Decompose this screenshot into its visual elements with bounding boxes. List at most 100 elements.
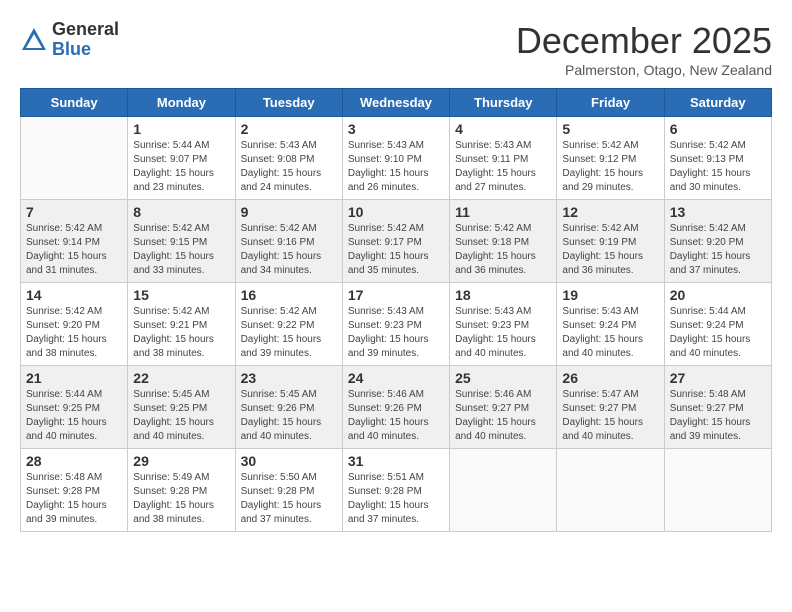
day-info: Sunrise: 5:42 AM Sunset: 9:14 PM Dayligh…: [26, 222, 122, 278]
day-number: 28: [26, 453, 122, 469]
calendar-cell: 20 Sunrise: 5:44 AM Sunset: 9:24 PM Dayli…: [664, 283, 771, 366]
day-number: 13: [670, 204, 766, 220]
calendar-cell: 14 Sunrise: 5:42 AM Sunset: 9:20 PM Dayli…: [21, 283, 128, 366]
day-info: Sunrise: 5:43 AM Sunset: 9:24 PM Dayligh…: [562, 305, 658, 361]
day-info: Sunrise: 5:42 AM Sunset: 9:13 PM Dayligh…: [670, 139, 766, 195]
day-info: Sunrise: 5:45 AM Sunset: 9:26 PM Dayligh…: [241, 388, 337, 444]
day-info: Sunrise: 5:51 AM Sunset: 9:28 PM Dayligh…: [348, 471, 444, 527]
day-info: Sunrise: 5:44 AM Sunset: 9:24 PM Dayligh…: [670, 305, 766, 361]
day-number: 27: [670, 370, 766, 386]
calendar-cell: 1 Sunrise: 5:44 AM Sunset: 9:07 PM Daylig…: [128, 117, 235, 200]
calendar-cell: 23 Sunrise: 5:45 AM Sunset: 9:26 PM Dayli…: [235, 366, 342, 449]
calendar-cell: 2 Sunrise: 5:43 AM Sunset: 9:08 PM Daylig…: [235, 117, 342, 200]
day-header-monday: Monday: [128, 89, 235, 117]
calendar-cell: 30 Sunrise: 5:50 AM Sunset: 9:28 PM Dayli…: [235, 449, 342, 532]
location-subtitle: Palmerston, Otago, New Zealand: [516, 62, 772, 78]
day-info: Sunrise: 5:43 AM Sunset: 9:08 PM Dayligh…: [241, 139, 337, 195]
day-info: Sunrise: 5:42 AM Sunset: 9:16 PM Dayligh…: [241, 222, 337, 278]
day-number: 2: [241, 121, 337, 137]
day-info: Sunrise: 5:42 AM Sunset: 9:20 PM Dayligh…: [670, 222, 766, 278]
day-info: Sunrise: 5:43 AM Sunset: 9:10 PM Dayligh…: [348, 139, 444, 195]
calendar-cell: 25 Sunrise: 5:46 AM Sunset: 9:27 PM Dayli…: [450, 366, 557, 449]
calendar-cell: 27 Sunrise: 5:48 AM Sunset: 9:27 PM Dayli…: [664, 366, 771, 449]
calendar-cell: 6 Sunrise: 5:42 AM Sunset: 9:13 PM Daylig…: [664, 117, 771, 200]
day-number: 12: [562, 204, 658, 220]
day-number: 4: [455, 121, 551, 137]
day-number: 29: [133, 453, 229, 469]
day-info: Sunrise: 5:48 AM Sunset: 9:27 PM Dayligh…: [670, 388, 766, 444]
logo: General Blue: [20, 20, 119, 60]
calendar-cell: 8 Sunrise: 5:42 AM Sunset: 9:15 PM Daylig…: [128, 200, 235, 283]
day-header-friday: Friday: [557, 89, 664, 117]
day-info: Sunrise: 5:46 AM Sunset: 9:26 PM Dayligh…: [348, 388, 444, 444]
day-info: Sunrise: 5:43 AM Sunset: 9:11 PM Dayligh…: [455, 139, 551, 195]
page-header: General Blue December 2025 Palmerston, O…: [20, 20, 772, 78]
day-info: Sunrise: 5:47 AM Sunset: 9:27 PM Dayligh…: [562, 388, 658, 444]
calendar-cell: 21Sunrise: 5:44 AM Sunset: 9:25 PM Dayli…: [21, 366, 128, 449]
day-info: Sunrise: 5:48 AM Sunset: 9:28 PM Dayligh…: [26, 471, 122, 527]
calendar-cell: 13 Sunrise: 5:42 AM Sunset: 9:20 PM Dayli…: [664, 200, 771, 283]
logo-blue: Blue: [52, 40, 119, 60]
day-number: 14: [26, 287, 122, 303]
calendar-cell: [21, 117, 128, 200]
calendar-cell: 12Sunrise: 5:42 AM Sunset: 9:19 PM Dayli…: [557, 200, 664, 283]
calendar-cell: 4 Sunrise: 5:43 AM Sunset: 9:11 PM Daylig…: [450, 117, 557, 200]
calendar-table: SundayMondayTuesdayWednesdayThursdayFrid…: [20, 88, 772, 532]
day-number: 5: [562, 121, 658, 137]
day-number: 8: [133, 204, 229, 220]
calendar-cell: 10Sunrise: 5:42 AM Sunset: 9:17 PM Dayli…: [342, 200, 449, 283]
calendar-cell: [557, 449, 664, 532]
day-info: Sunrise: 5:44 AM Sunset: 9:07 PM Dayligh…: [133, 139, 229, 195]
day-info: Sunrise: 5:43 AM Sunset: 9:23 PM Dayligh…: [455, 305, 551, 361]
day-number: 19: [562, 287, 658, 303]
day-info: Sunrise: 5:46 AM Sunset: 9:27 PM Dayligh…: [455, 388, 551, 444]
day-number: 18: [455, 287, 551, 303]
calendar-cell: 11 Sunrise: 5:42 AM Sunset: 9:18 PM Dayli…: [450, 200, 557, 283]
calendar-cell: 24 Sunrise: 5:46 AM Sunset: 9:26 PM Dayli…: [342, 366, 449, 449]
day-number: 11: [455, 204, 551, 220]
calendar-cell: 26Sunrise: 5:47 AM Sunset: 9:27 PM Dayli…: [557, 366, 664, 449]
day-info: Sunrise: 5:50 AM Sunset: 9:28 PM Dayligh…: [241, 471, 337, 527]
calendar-cell: 3 Sunrise: 5:43 AM Sunset: 9:10 PM Daylig…: [342, 117, 449, 200]
day-header-sunday: Sunday: [21, 89, 128, 117]
calendar-cell: 22Sunrise: 5:45 AM Sunset: 9:25 PM Dayli…: [128, 366, 235, 449]
calendar-cell: 7Sunrise: 5:42 AM Sunset: 9:14 PM Daylig…: [21, 200, 128, 283]
logo-general: General: [52, 20, 119, 40]
calendar-cell: [450, 449, 557, 532]
calendar-cell: 15Sunrise: 5:42 AM Sunset: 9:21 PM Dayli…: [128, 283, 235, 366]
day-number: 25: [455, 370, 551, 386]
logo-icon: [20, 26, 48, 54]
day-info: Sunrise: 5:45 AM Sunset: 9:25 PM Dayligh…: [133, 388, 229, 444]
logo-text: General Blue: [52, 20, 119, 60]
day-info: Sunrise: 5:42 AM Sunset: 9:15 PM Dayligh…: [133, 222, 229, 278]
day-number: 20: [670, 287, 766, 303]
day-number: 16: [241, 287, 337, 303]
month-title: December 2025: [516, 20, 772, 62]
title-block: December 2025 Palmerston, Otago, New Zea…: [516, 20, 772, 78]
day-header-tuesday: Tuesday: [235, 89, 342, 117]
day-header-saturday: Saturday: [664, 89, 771, 117]
calendar-cell: 29 Sunrise: 5:49 AM Sunset: 9:28 PM Dayli…: [128, 449, 235, 532]
calendar-cell: 5Sunrise: 5:42 AM Sunset: 9:12 PM Daylig…: [557, 117, 664, 200]
day-number: 6: [670, 121, 766, 137]
day-info: Sunrise: 5:49 AM Sunset: 9:28 PM Dayligh…: [133, 471, 229, 527]
calendar-cell: 17 Sunrise: 5:43 AM Sunset: 9:23 PM Dayli…: [342, 283, 449, 366]
calendar-cell: 9 Sunrise: 5:42 AM Sunset: 9:16 PM Daylig…: [235, 200, 342, 283]
calendar-cell: 31Sunrise: 5:51 AM Sunset: 9:28 PM Dayli…: [342, 449, 449, 532]
day-number: 1: [133, 121, 229, 137]
day-number: 30: [241, 453, 337, 469]
day-number: 17: [348, 287, 444, 303]
day-info: Sunrise: 5:44 AM Sunset: 9:25 PM Dayligh…: [26, 388, 122, 444]
day-number: 9: [241, 204, 337, 220]
calendar-cell: [664, 449, 771, 532]
day-info: Sunrise: 5:42 AM Sunset: 9:22 PM Dayligh…: [241, 305, 337, 361]
day-info: Sunrise: 5:43 AM Sunset: 9:23 PM Dayligh…: [348, 305, 444, 361]
calendar-cell: 28 Sunrise: 5:48 AM Sunset: 9:28 PM Dayli…: [21, 449, 128, 532]
day-info: Sunrise: 5:42 AM Sunset: 9:18 PM Dayligh…: [455, 222, 551, 278]
day-number: 24: [348, 370, 444, 386]
day-info: Sunrise: 5:42 AM Sunset: 9:20 PM Dayligh…: [26, 305, 122, 361]
day-header-wednesday: Wednesday: [342, 89, 449, 117]
day-number: 3: [348, 121, 444, 137]
day-number: 23: [241, 370, 337, 386]
calendar-cell: 19 Sunrise: 5:43 AM Sunset: 9:24 PM Dayli…: [557, 283, 664, 366]
